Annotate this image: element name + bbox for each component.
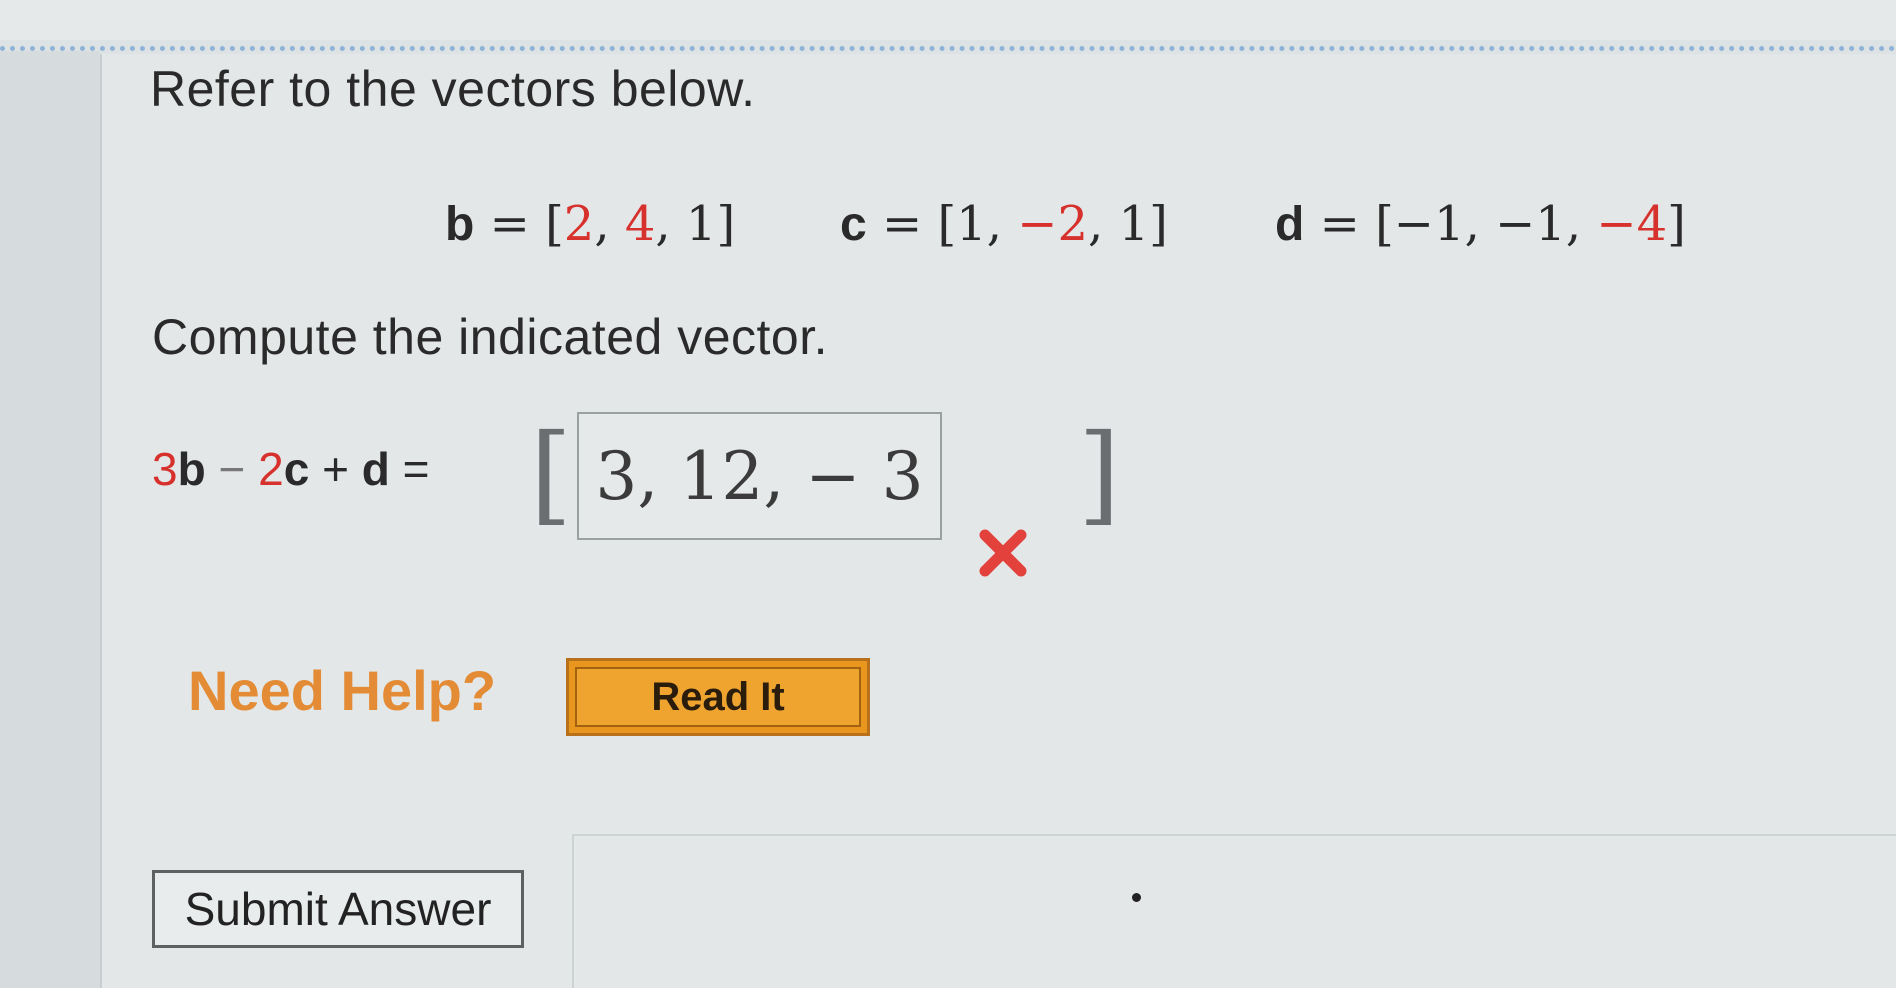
coef-b: 3 <box>152 443 178 495</box>
answer-input[interactable]: 3, 12, − 3 <box>577 412 942 540</box>
vector-name: d <box>1275 198 1305 251</box>
close-bracket: ] <box>1078 412 1121 537</box>
divider <box>572 834 574 988</box>
need-help-label: Need Help? <box>188 659 497 722</box>
expression: 3b − 2c + d = <box>152 442 430 496</box>
equals-sign: = [ <box>489 196 564 252</box>
close-x-icon <box>979 529 1027 577</box>
expr-operator: + <box>322 443 349 495</box>
intro-text: Refer to the vectors below. <box>150 61 756 117</box>
equals-sign: = [ <box>881 196 957 252</box>
dotted-separator <box>0 46 1896 51</box>
vector-b: b = [2, 4, 1] <box>445 196 736 252</box>
vector-name: b <box>445 198 475 251</box>
top-strip <box>0 0 1896 40</box>
expr-operator: − <box>218 443 246 495</box>
vector-value: 1 <box>685 196 717 252</box>
vector-c: c = [1, −2, 1] <box>840 196 1168 252</box>
vector-d: d = [−1, −1, −4] <box>1275 196 1686 252</box>
vector-name: c <box>840 198 867 251</box>
expr-equals: = <box>402 443 430 495</box>
submit-answer-button[interactable]: Submit Answer <box>152 870 524 948</box>
instruction-text: Compute the indicated vector. <box>152 309 828 365</box>
vector-value: 1 <box>956 196 987 252</box>
read-it-button[interactable]: Read It <box>566 658 870 736</box>
answer-value: 3, 12, − 3 <box>595 437 924 515</box>
vector-value: −2 <box>1017 196 1088 252</box>
equals-sign: = [ <box>1319 196 1394 252</box>
cursor-dot <box>1132 893 1141 902</box>
open-bracket: [ <box>530 412 573 537</box>
divider <box>572 834 1896 836</box>
read-it-label: Read It <box>575 667 861 727</box>
vector-value: −1 <box>1495 196 1566 252</box>
vector-value: 4 <box>624 196 656 252</box>
submit-answer-label: Submit Answer <box>184 883 492 935</box>
expr-vec-c: c <box>283 443 310 495</box>
expr-vec-d: d <box>361 443 390 495</box>
coef-c: 2 <box>258 443 284 495</box>
vector-value: 1 <box>1118 196 1150 252</box>
vector-value: −1 <box>1393 196 1465 252</box>
question-panel <box>100 54 1896 988</box>
expr-vec-b: b <box>177 443 206 495</box>
left-margin <box>0 51 100 988</box>
vector-value: −4 <box>1596 196 1668 252</box>
vector-value: 2 <box>563 196 595 252</box>
